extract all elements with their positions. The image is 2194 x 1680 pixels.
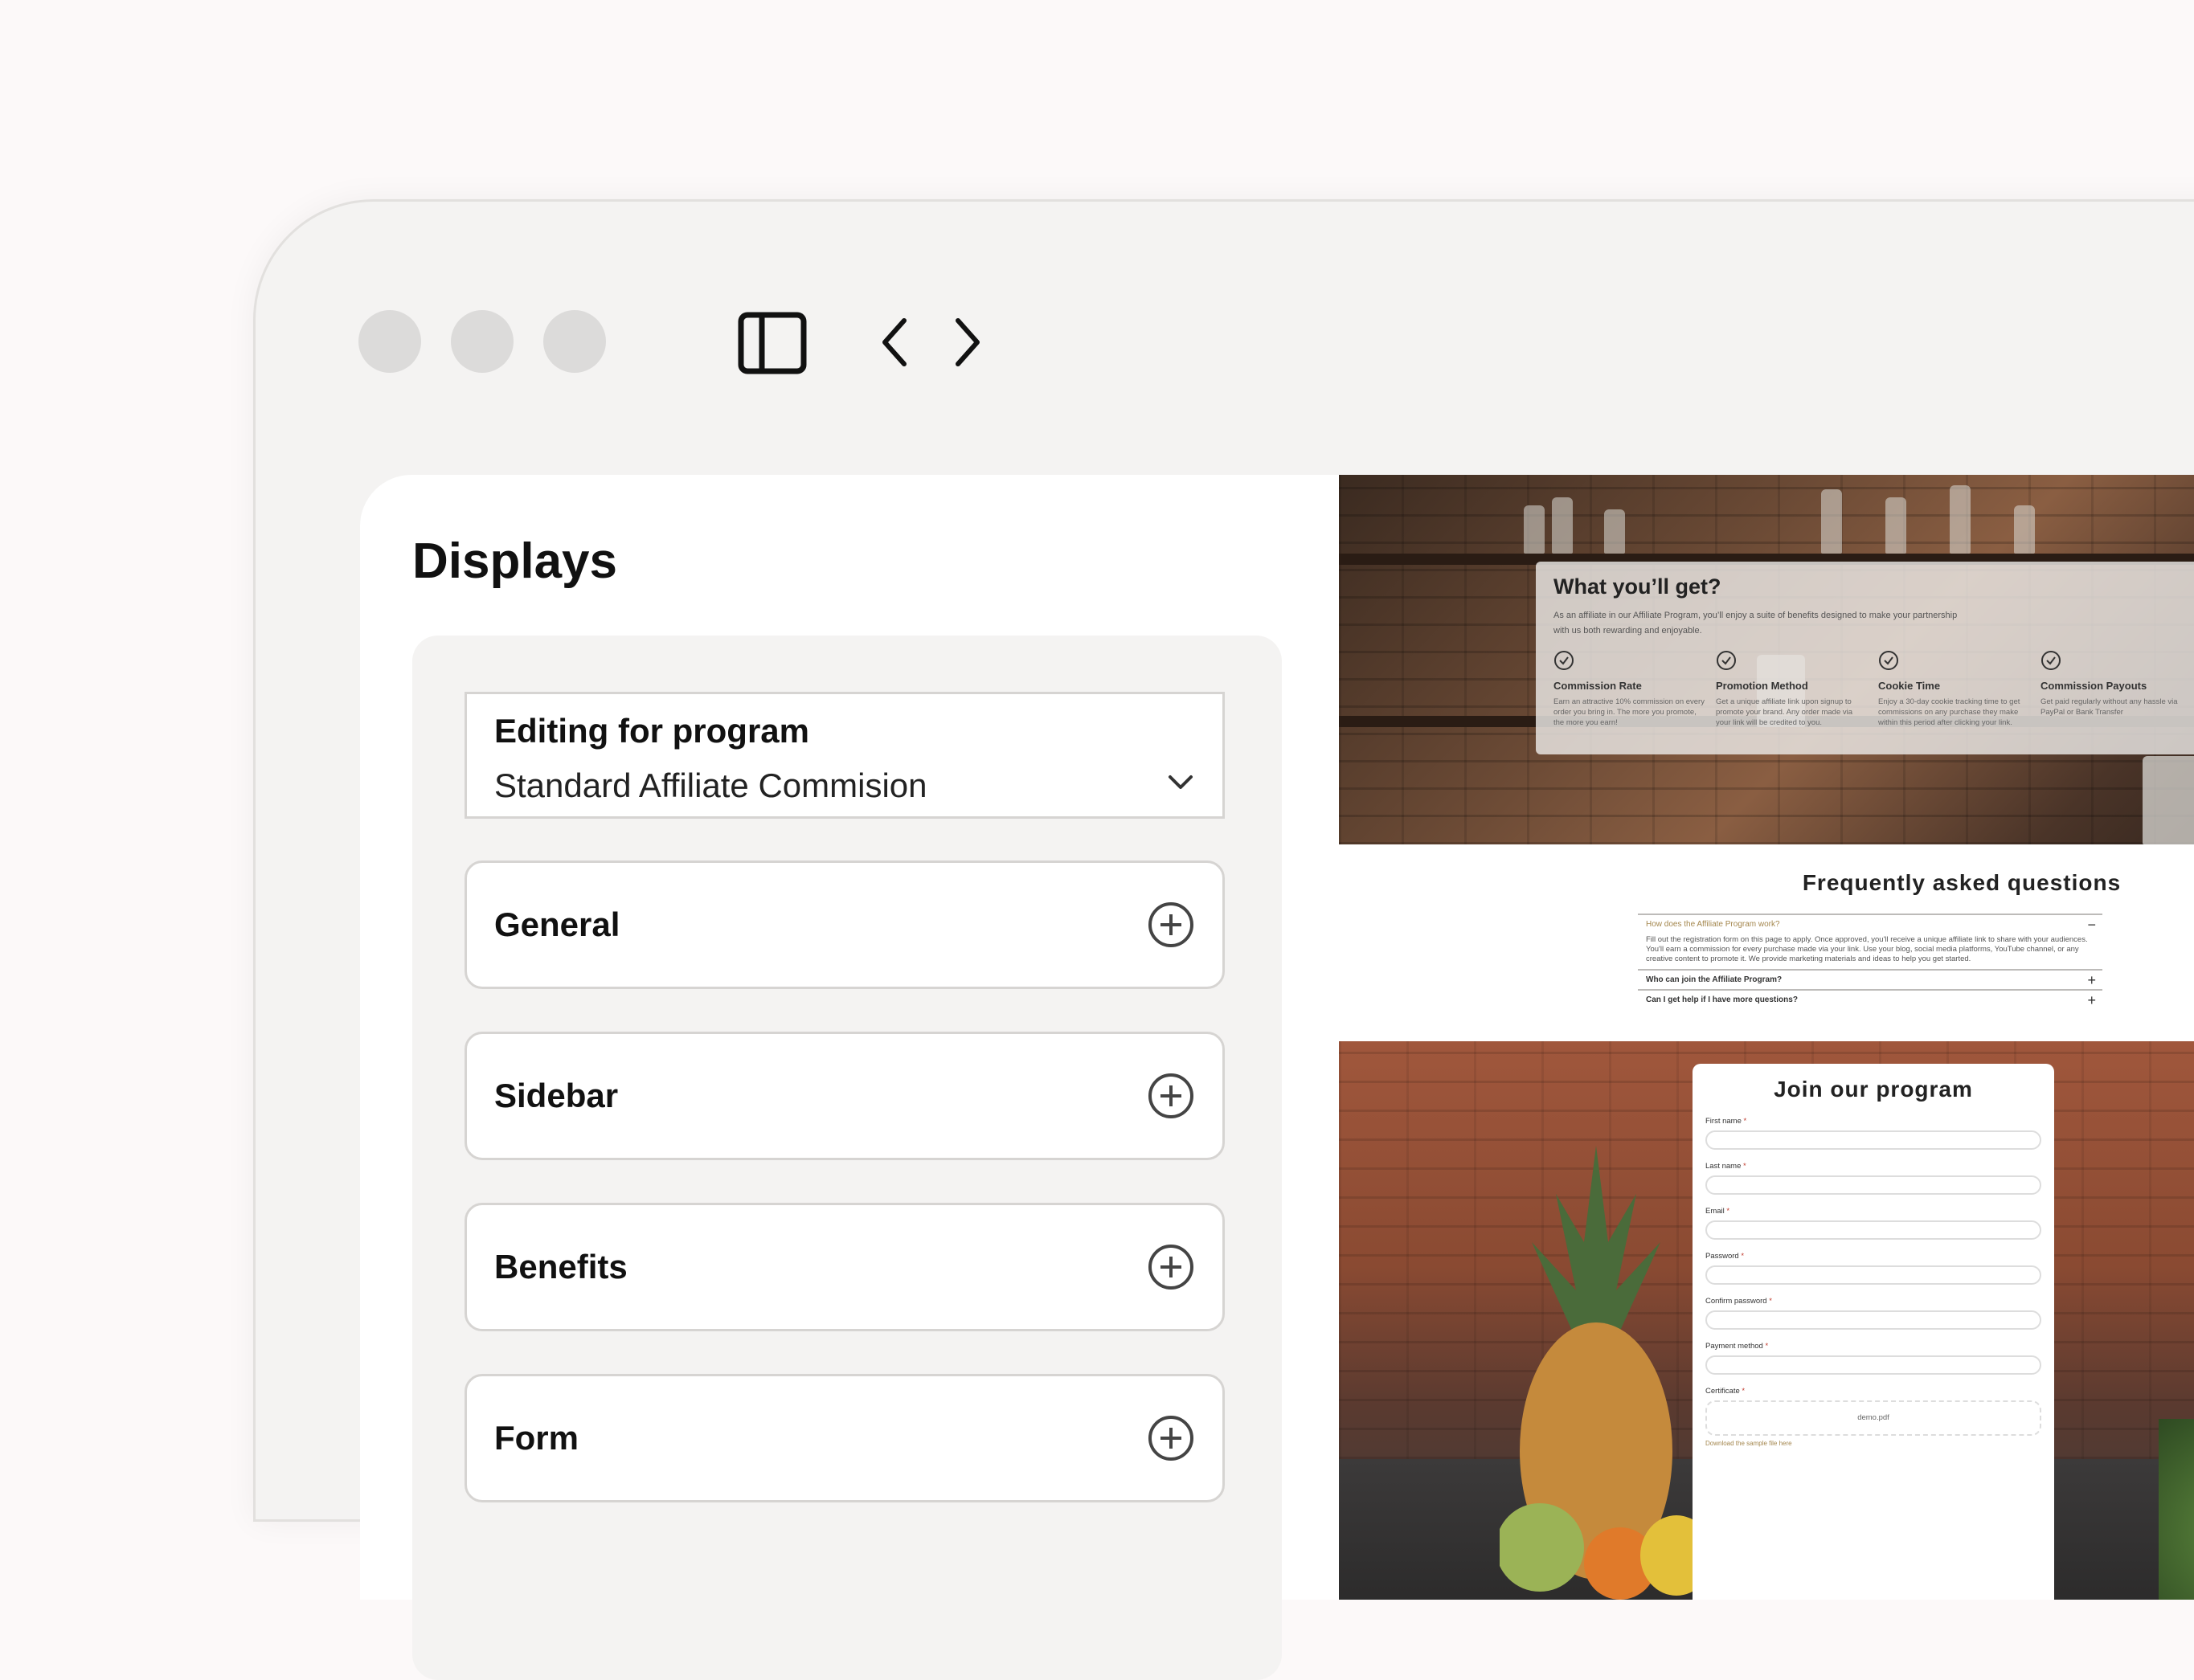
form-field: First name * [1705,1117,2041,1150]
plus-icon[interactable]: + [2087,992,2096,1009]
section-label: General [494,905,620,943]
benefit-item: Cookie Time Enjoy a 30-day cookie tracki… [1878,650,2031,728]
email-input[interactable] [1705,1220,2041,1240]
faq-answer: Fill out the registration form on this p… [1646,935,2088,963]
confirm-password-input[interactable] [1705,1310,2041,1330]
chevron-down-icon[interactable] [1168,775,1193,791]
page-preview: What you’ll get? As an affiliate in our … [1339,475,2194,1600]
section-benefits[interactable]: Benefits [465,1203,1225,1331]
certificate-upload[interactable]: demo.pdf [1705,1400,2041,1436]
benefit-text: Earn an attractive 10% commission on eve… [1553,697,1705,727]
field-label: Certificate * [1705,1387,1746,1396]
field-label: Last name * [1705,1162,1746,1171]
benefit-text: Enjoy a 30-day cookie tracking time to g… [1878,697,2020,727]
window-dot-minimize[interactable] [451,310,514,373]
section-label: Sidebar [494,1077,619,1114]
page-title: Displays [412,533,618,589]
first-name-input[interactable] [1705,1130,2041,1150]
plus-icon[interactable]: + [2087,972,2096,989]
program-select-label: Editing for program [494,712,809,750]
chevron-right-icon[interactable] [952,316,984,369]
window-dot-maximize[interactable] [543,310,606,373]
benefit-name: Commission Rate [1553,680,1642,692]
download-sample-link[interactable]: Download the sample file here [1705,1440,2041,1447]
displays-panel: Displays Editing for program Standard Af… [360,475,1389,1680]
faq-question[interactable]: How does the Affiliate Program work? [1646,920,2094,929]
benefit-item: Promotion Method Get a unique affiliate … [1716,650,1869,728]
field-label: First name * [1705,1117,1747,1126]
last-name-input[interactable] [1705,1175,2041,1195]
window-dot-close[interactable] [358,310,421,373]
form-field: Email * [1705,1207,2041,1240]
faq-section: Frequently asked questions How does the … [1339,844,2194,1041]
benefit-text: Get a unique affiliate link upon signup … [1716,697,1853,727]
field-label: Payment method * [1705,1342,1769,1351]
form-title: Join our program [1774,1077,1973,1102]
password-input[interactable] [1705,1265,2041,1285]
faq-item[interactable]: Who can join the Affiliate Program? + [1638,969,2102,989]
settings-box: Editing for program Standard Affiliate C… [412,636,1282,1680]
benefits-title: What you’ll get? [1553,574,1721,599]
faq-item[interactable]: How does the Affiliate Program work? − F… [1638,914,2102,969]
faq-question[interactable]: Who can join the Affiliate Program? [1646,975,2094,984]
section-sidebar[interactable]: Sidebar [465,1032,1225,1160]
form-field: Password * [1705,1252,2041,1285]
benefit-item: Commission Rate Earn an attractive 10% c… [1553,650,1706,728]
benefit-item: Commission Payouts Get paid regularly wi… [2041,650,2193,717]
faq-question[interactable]: Can I get help if I have more questions? [1646,995,2094,1004]
section-general[interactable]: General [465,860,1225,989]
field-label: Password * [1705,1252,1745,1261]
check-circle-icon [2041,651,2061,670]
plus-circle-icon[interactable] [1147,1414,1195,1462]
payment-method-select[interactable] [1705,1355,2041,1375]
form-hero-image: Join our program First name * Last name … [1339,1041,2194,1600]
benefits-hero-image: What you’ll get? As an affiliate in our … [1339,475,2194,844]
file-name: demo.pdf [1857,1413,1889,1422]
faq-list: How does the Affiliate Program work? − F… [1638,914,2102,1009]
plus-circle-icon[interactable] [1147,901,1195,949]
section-label: Form [494,1419,579,1457]
program-select[interactable]: Editing for program Standard Affiliate C… [465,692,1225,819]
sidebar-toggle-icon[interactable] [738,312,807,374]
benefit-name: Commission Payouts [2041,680,2147,692]
field-label: Email * [1705,1207,1730,1216]
check-circle-icon [1554,651,1574,670]
faq-item[interactable]: Can I get help if I have more questions?… [1638,989,2102,1009]
form-field: Confirm password * [1705,1297,2041,1330]
chevron-left-icon[interactable] [878,316,911,369]
greens-image [2159,1419,2194,1600]
check-circle-icon [1717,651,1736,670]
browser-window: Displays Editing for program Standard Af… [253,199,2194,1680]
program-select-value[interactable]: Standard Affiliate Commision [494,766,927,805]
field-label: Confirm password * [1705,1297,1772,1306]
section-label: Benefits [494,1248,628,1286]
benefit-text: Get paid regularly without any hassle vi… [2041,697,2178,717]
form-field: Payment method * [1705,1342,2041,1375]
form-field: Last name * [1705,1162,2041,1195]
section-form[interactable]: Form [465,1374,1225,1502]
minus-icon[interactable]: − [2087,917,2096,934]
benefits-description: As an affiliate in our Affiliate Program… [1553,611,1958,636]
plus-circle-icon[interactable] [1147,1243,1195,1291]
pineapple-image [1500,1146,1693,1600]
benefit-name: Cookie Time [1878,680,1941,692]
plus-circle-icon[interactable] [1147,1072,1195,1120]
form-field: Certificate * demo.pdf Download the samp… [1705,1387,2041,1447]
faq-title: Frequently asked questions [1802,870,2122,895]
check-circle-icon [1879,651,1898,670]
join-form: Join our program First name * Last name … [1693,1064,2054,1600]
benefits-card: What you’ll get? As an affiliate in our … [1536,562,2194,754]
benefit-name: Promotion Method [1716,680,1808,692]
